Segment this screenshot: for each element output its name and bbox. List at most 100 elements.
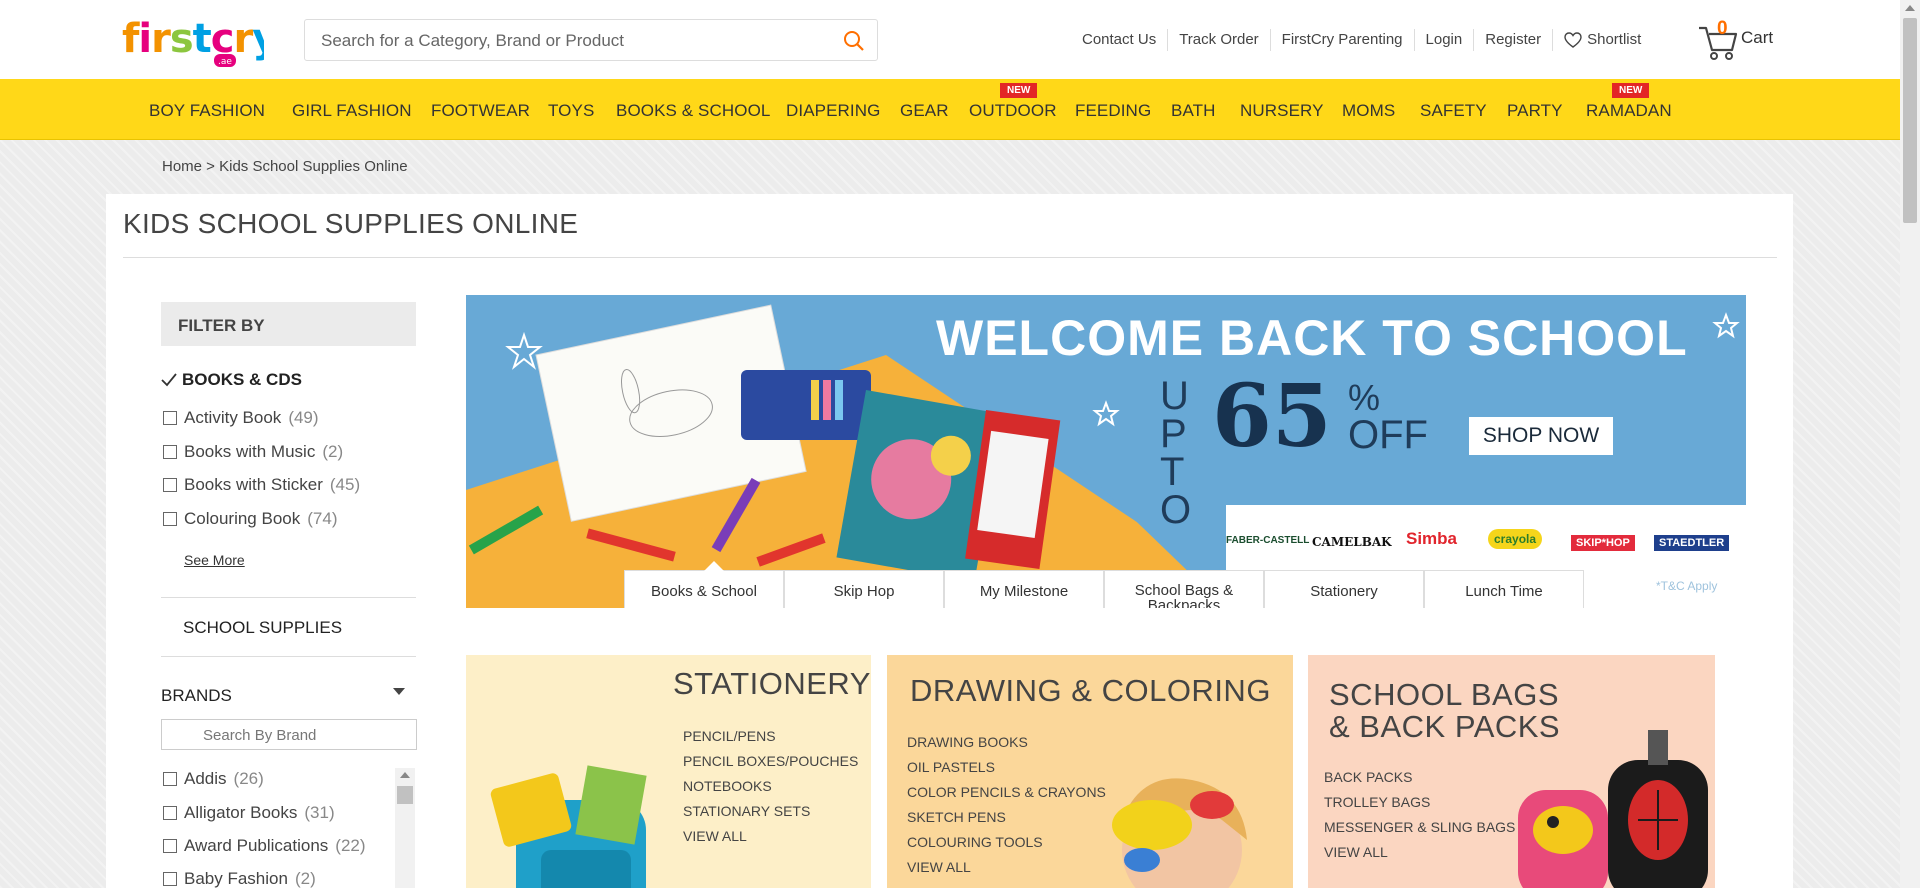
page-scrollbar[interactable] — [1900, 0, 1920, 888]
nav-feeding[interactable]: FEEDING — [1075, 101, 1151, 121]
category-view-all[interactable]: VIEW ALL — [683, 828, 747, 844]
filter-books-with-sticker[interactable]: Books with Sticker (45) — [163, 475, 360, 495]
tab-lunch-time[interactable]: Lunch Time — [1424, 570, 1584, 608]
staedtler-logo[interactable]: STAEDTLER — [1654, 535, 1730, 551]
login-link[interactable]: Login — [1415, 29, 1475, 51]
nav-footwear[interactable]: FOOTWEAR — [431, 101, 530, 121]
filter-colouring-book[interactable]: Colouring Book (74) — [163, 509, 337, 529]
filter-books-with-music[interactable]: Books with Music (2) — [163, 442, 343, 462]
category-link[interactable]: COLOR PENCILS & CRAYONS — [907, 784, 1106, 800]
nav-bath[interactable]: BATH — [1171, 101, 1215, 121]
checkbox[interactable] — [163, 872, 177, 886]
nav-gear[interactable]: GEAR — [900, 101, 949, 121]
brand-award-publications[interactable]: Award Publications (22) — [163, 836, 366, 856]
faber-castell-logo[interactable]: FABER-CASTELL — [1226, 535, 1309, 546]
category-drawing-coloring[interactable]: DRAWING & COLORING DRAWING BOOKS OIL PAS… — [887, 655, 1293, 888]
school-bags-image — [1518, 730, 1708, 888]
nav-girl-fashion[interactable]: GIRL FASHION — [292, 101, 412, 121]
scroll-thumb[interactable] — [1903, 18, 1917, 223]
contact-us-link[interactable]: Contact Us — [1080, 29, 1169, 51]
nav-nursery[interactable]: NURSERY — [1240, 101, 1324, 121]
nav-ramadan[interactable]: RAMADAN — [1586, 101, 1672, 121]
books-cds-section[interactable]: BOOKS & CDS — [161, 370, 302, 390]
category-link[interactable]: SKETCH PENS — [907, 809, 1006, 825]
search-icon[interactable] — [843, 30, 865, 52]
camelbak-logo[interactable]: CAMELBAK — [1312, 535, 1392, 549]
shortlist-label: Shortlist — [1587, 31, 1642, 48]
crayola-logo[interactable]: crayola — [1488, 529, 1543, 549]
checkbox[interactable] — [163, 512, 177, 526]
category-link[interactable]: PENCIL/PENS — [683, 728, 776, 744]
checkbox[interactable] — [163, 772, 177, 786]
category-link[interactable]: TROLLEY BAGS — [1324, 794, 1430, 810]
nav-toys[interactable]: TOYS — [548, 101, 594, 121]
tab-books-school[interactable]: Books & School — [624, 570, 784, 608]
svg-text:.ae: .ae — [218, 57, 232, 67]
scroll-up-icon[interactable] — [1905, 5, 1915, 11]
checkbox[interactable] — [163, 839, 177, 853]
banner-tabs: Books & School Skip Hop My Milestone Sch… — [624, 570, 1584, 608]
brand-label: Addis — [184, 769, 227, 788]
firstcry-parenting-link[interactable]: FirstCry Parenting — [1271, 29, 1415, 51]
filter-activity-book[interactable]: Activity Book (49) — [163, 408, 319, 428]
skip-hop-logo[interactable]: SKIP*HOP — [1571, 535, 1635, 551]
checkbox[interactable] — [163, 445, 177, 459]
brands-title[interactable]: BRANDS — [161, 686, 232, 706]
filter-label: Books with Music — [184, 442, 316, 461]
firstcry-logo[interactable]: firstcry .ae — [122, 14, 279, 70]
nav-boy-fashion[interactable]: BOY FASHION — [149, 101, 265, 121]
brand-baby-fashion[interactable]: Baby Fashion (2) — [163, 869, 316, 888]
see-more-link[interactable]: See More — [184, 552, 245, 568]
promo-banner[interactable]: WELCOME BACK TO SCHOOL UP TO 65 % OFF SH… — [466, 295, 1746, 608]
brand-alligator-books[interactable]: Alligator Books (31) — [163, 803, 335, 823]
nav-safety[interactable]: SAFETY — [1420, 101, 1487, 121]
divider — [161, 656, 416, 657]
tab-school-bags[interactable]: School Bags & Backpacks — [1104, 570, 1264, 608]
brand-list-scrollbar[interactable] — [395, 768, 415, 888]
category-title: DRAWING & COLORING — [910, 673, 1271, 708]
nav-books-school[interactable]: BOOKS & SCHOOL — [616, 101, 770, 121]
shop-now-button[interactable]: SHOP NOW — [1469, 417, 1613, 455]
tab-my-milestone[interactable]: My Milestone — [944, 570, 1104, 608]
shortlist-link[interactable]: Shortlist — [1553, 29, 1652, 51]
category-link[interactable]: NOTEBOOKS — [683, 778, 772, 794]
filter-label: Colouring Book — [184, 509, 301, 528]
cart-button[interactable]: 0 Cart — [1697, 18, 1787, 64]
category-link[interactable]: COLOURING TOOLS — [907, 834, 1043, 850]
brand-search-input[interactable]: Search By Brand — [161, 719, 417, 750]
tab-stationery[interactable]: Stationery — [1264, 570, 1424, 608]
checkbox[interactable] — [163, 478, 177, 492]
breadcrumb[interactable]: Home > Kids School Supplies Online — [162, 158, 408, 175]
register-link[interactable]: Register — [1474, 29, 1554, 51]
scroll-thumb[interactable] — [397, 786, 413, 804]
checkbox[interactable] — [163, 806, 177, 820]
category-link[interactable]: MESSENGER & SLING BAGS — [1324, 819, 1515, 835]
category-link[interactable]: BACK PACKS — [1324, 769, 1412, 785]
nav-outdoor[interactable]: OUTDOOR — [969, 101, 1057, 121]
nav-moms[interactable]: MOMS — [1342, 101, 1395, 121]
category-school-bags[interactable]: SCHOOL BAGS & BACK PACKS BACK PACKS TROL… — [1308, 655, 1715, 888]
school-supplies-section[interactable]: SCHOOL SUPPLIES — [183, 618, 342, 638]
tab-skip-hop[interactable]: Skip Hop — [784, 570, 944, 608]
search-input[interactable]: Search for a Category, Brand or Product — [321, 31, 624, 51]
category-stationery[interactable]: STATIONERY PENCIL/PENS PENCIL BOXES/POUC… — [466, 655, 871, 888]
category-title: SCHOOL BAGS & BACK PACKS — [1329, 679, 1560, 743]
simba-logo[interactable]: Simba — [1406, 529, 1457, 549]
chevron-down-icon[interactable] — [393, 688, 405, 695]
checkmark-icon — [161, 373, 177, 387]
nav-diapering[interactable]: DIAPERING — [786, 101, 880, 121]
track-order-link[interactable]: Track Order — [1168, 29, 1271, 51]
category-link[interactable]: STATIONARY SETS — [683, 803, 810, 819]
category-link[interactable]: PENCIL BOXES/POUCHES — [683, 753, 858, 769]
category-view-all[interactable]: VIEW ALL — [907, 859, 971, 875]
nav-party[interactable]: PARTY — [1507, 101, 1563, 121]
category-link[interactable]: OIL PASTELS — [907, 759, 995, 775]
scroll-up-icon[interactable] — [400, 772, 410, 778]
category-view-all[interactable]: VIEW ALL — [1324, 844, 1388, 860]
heart-icon — [1564, 32, 1582, 48]
new-badge-ramadan: NEW — [1612, 83, 1650, 98]
brand-addis[interactable]: Addis (26) — [163, 769, 264, 789]
checkbox[interactable] — [163, 411, 177, 425]
category-link[interactable]: DRAWING BOOKS — [907, 734, 1028, 750]
search-bar[interactable]: Search for a Category, Brand or Product — [304, 19, 878, 61]
